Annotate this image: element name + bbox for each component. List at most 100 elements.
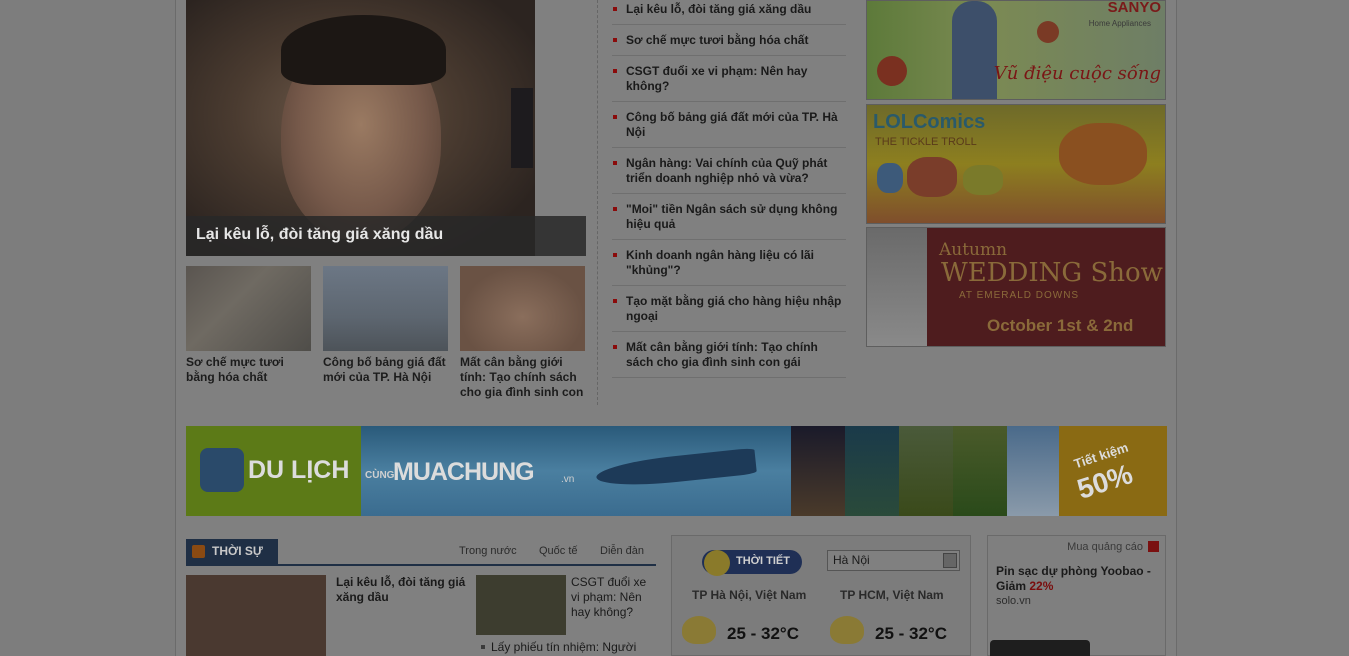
news-item[interactable]: CSGT đuổi xe vi phạm: Nên hay không?: [612, 64, 846, 102]
section-underline: [186, 564, 656, 566]
troll-icon: [877, 163, 903, 193]
news-item[interactable]: Kinh doanh ngân hàng liệu có lãi "khủng"…: [612, 248, 846, 286]
bullet-icon: [613, 69, 617, 73]
weather-temp: 25 - 32°C: [727, 624, 800, 643]
thumbnail-image[interactable]: [323, 266, 448, 351]
partly-cloudy-icon: [830, 616, 864, 644]
lol-title: LOLComics: [873, 111, 986, 133]
weather-city: TP Hà Nội, Việt Nam: [692, 588, 807, 602]
thumbnail-item[interactable]: Sơ chế mực tươi bằng hóa chất: [186, 266, 311, 385]
sanyo-sub: Home Appliances: [1088, 19, 1151, 28]
bullet-icon: [613, 38, 617, 42]
partly-cloudy-icon: [682, 616, 716, 644]
thumbnail-image[interactable]: [186, 266, 311, 351]
bullet-icon: [613, 7, 617, 11]
chevron-down-icon[interactable]: [943, 553, 957, 568]
muachung-banner[interactable]: DU LỊCH CÙNG MUACHUNG .vn Tiết kiệm 50%: [186, 426, 1167, 516]
thumbnail-item[interactable]: Mất cân bằng giới tính: Tạo chính sách c…: [460, 266, 585, 400]
news-link[interactable]: Sơ chế mực tươi bằng hóa chất: [626, 33, 808, 47]
bullet-icon: [613, 299, 617, 303]
ad-model-figure: [952, 1, 997, 99]
story-title[interactable]: CSGT đuổi xe vi phạm: Nên hay không?: [571, 575, 656, 620]
city-select[interactable]: Hà Nội: [827, 550, 960, 571]
muachung-logo-icon: [200, 448, 244, 492]
sanyo-slogan: Vũ điệu cuộc sống: [993, 63, 1161, 84]
thumbnail-image[interactable]: [460, 266, 585, 351]
thumbnail-caption[interactable]: Sơ chế mực tươi bằng hóa chất: [186, 355, 311, 385]
story-link-text[interactable]: Lấy phiếu tín nhiệm: Người: [491, 640, 636, 654]
thumbnail-item[interactable]: Công bố bảng giá đất mới của TP. Hà Nội: [323, 266, 448, 385]
news-link[interactable]: Công bố bảng giá đất mới của TP. Hà Nội: [626, 110, 838, 139]
story-title[interactable]: Lại kêu lỗ, đòi tăng giá xăng dầu: [336, 575, 466, 605]
bullet-icon: [613, 253, 617, 257]
ad-lolcomics[interactable]: LOLComics THE TICKLE TROLL: [866, 104, 1166, 224]
news-item[interactable]: Ngân hàng: Vai chính của Quỹ phát triển …: [612, 156, 846, 194]
bullet-icon: [613, 207, 617, 211]
news-item[interactable]: "Moi" tiền Ngân sách sử dụng không hiệu …: [612, 202, 846, 240]
banner-discount-badge: Tiết kiệm 50%: [1059, 426, 1167, 516]
troll-icon: [963, 165, 1003, 195]
news-item[interactable]: Tạo mặt bằng giá cho hàng hiệu nhập ngoạ…: [612, 294, 846, 332]
news-item[interactable]: Lại kêu lỗ, đòi tăng giá xăng dầu: [612, 2, 846, 25]
weather-city: TP HCM, Việt Nam: [840, 588, 944, 602]
news-item[interactable]: Mất cân bằng giới tính: Tạo chính sách c…: [612, 340, 846, 378]
story-image[interactable]: [186, 575, 326, 656]
section-link-quoc-te[interactable]: Quốc tế: [539, 545, 578, 557]
sun-icon: [704, 550, 730, 576]
thumbnail-caption[interactable]: Công bố bảng giá đất mới của TP. Hà Nội: [323, 355, 448, 385]
ad-yoobao[interactable]: Mua quảng cáo Pin sạc dự phòng Yoobao - …: [987, 535, 1166, 656]
ad-sanyo[interactable]: SANYO Home Appliances Vũ điệu cuộc sống: [866, 0, 1166, 100]
column-divider: [597, 0, 598, 405]
banner-domain: .vn: [561, 474, 575, 485]
thumbnail-caption[interactable]: Mất cân bằng giới tính: Tạo chính sách c…: [460, 355, 585, 400]
news-link[interactable]: Tạo mặt bằng giá cho hàng hiệu nhập ngoạ…: [626, 294, 841, 323]
wedding-line1: Autumn: [939, 240, 1008, 260]
featured-caption[interactable]: Lại kêu lỗ, đòi tăng giá xăng dầu: [186, 216, 586, 256]
city-select-value[interactable]: Hà Nội: [833, 553, 870, 567]
bride-photo: [867, 228, 927, 346]
bullet-icon: [613, 161, 617, 165]
product-image[interactable]: [990, 640, 1090, 656]
news-link[interactable]: Lại kêu lỗ, đòi tăng giá xăng dầu: [626, 2, 811, 16]
banner-brand-right: MUACHUNG: [393, 458, 535, 486]
banner-brand-left: DU LỊCH: [186, 426, 361, 516]
featured-story[interactable]: Lại kêu lỗ, đòi tăng giá xăng dầu: [186, 0, 586, 256]
buy-ad-link[interactable]: Mua quảng cáo: [1067, 541, 1143, 553]
troll-icon: [907, 157, 957, 197]
story-image[interactable]: [476, 575, 566, 635]
weather-widget: THỜI TIẾT Hà Nội TP Hà Nội, Việt Nam TP …: [671, 535, 971, 656]
section-tab-thoi-su[interactable]: THỜI SỰ: [186, 539, 278, 564]
bullet-icon: [613, 115, 617, 119]
chevron-down-icon[interactable]: [1148, 541, 1159, 552]
banner-city-photo: [791, 426, 845, 516]
bullet-icon: [613, 345, 617, 349]
news-link[interactable]: Kinh doanh ngân hàng liệu có lãi "khủng"…: [626, 248, 814, 277]
ad-wedding-show[interactable]: Autumn WEDDING Show AT EMERALD DOWNS Oct…: [866, 227, 1166, 347]
banner-brand-text: DU LỊCH: [248, 456, 350, 484]
wedding-line3: AT EMERALD DOWNS: [959, 290, 1080, 301]
rss-icon[interactable]: [192, 545, 205, 558]
news-link[interactable]: CSGT đuổi xe vi phạm: Nên hay không?: [626, 64, 807, 93]
news-link[interactable]: Mất cân bằng giới tính: Tạo chính sách c…: [626, 340, 818, 369]
section-link-dien-dan[interactable]: Diễn đàn: [600, 545, 644, 557]
news-item[interactable]: Công bố bảng giá đất mới của TP. Hà Nội: [612, 110, 846, 148]
sanyo-brand: SANYO: [1107, 0, 1161, 16]
news-link[interactable]: Ngân hàng: Vai chính của Quỹ phát triển …: [626, 156, 827, 185]
lol-sub: THE TICKLE TROLL: [875, 136, 977, 148]
banner-field-photo: [899, 426, 953, 516]
news-link[interactable]: "Moi" tiền Ngân sách sử dụng không hiệu …: [626, 202, 837, 231]
troll-icon: [1059, 123, 1147, 185]
ad-yoobao-domain[interactable]: solo.vn: [996, 595, 1031, 607]
story-link[interactable]: Lấy phiếu tín nhiệm: Người: [481, 640, 636, 654]
banner-tea-photo: [953, 426, 1007, 516]
section-link-trong-nuoc[interactable]: Trong nước: [459, 545, 517, 557]
weather-temp: 25 - 32°C: [875, 624, 948, 643]
banner-coast-photo: [845, 426, 899, 516]
news-item[interactable]: Sơ chế mực tươi bằng hóa chất: [612, 33, 846, 56]
wedding-line2: WEDDING Show: [941, 258, 1163, 288]
bullet-icon: [481, 645, 485, 649]
tomato-icon: [1037, 21, 1059, 43]
section-title[interactable]: THỜI SỰ: [212, 544, 263, 558]
ad-yoobao-title[interactable]: Pin sạc dự phòng Yoobao - Giảm 22%: [996, 564, 1161, 594]
airplane-icon: [595, 447, 757, 491]
